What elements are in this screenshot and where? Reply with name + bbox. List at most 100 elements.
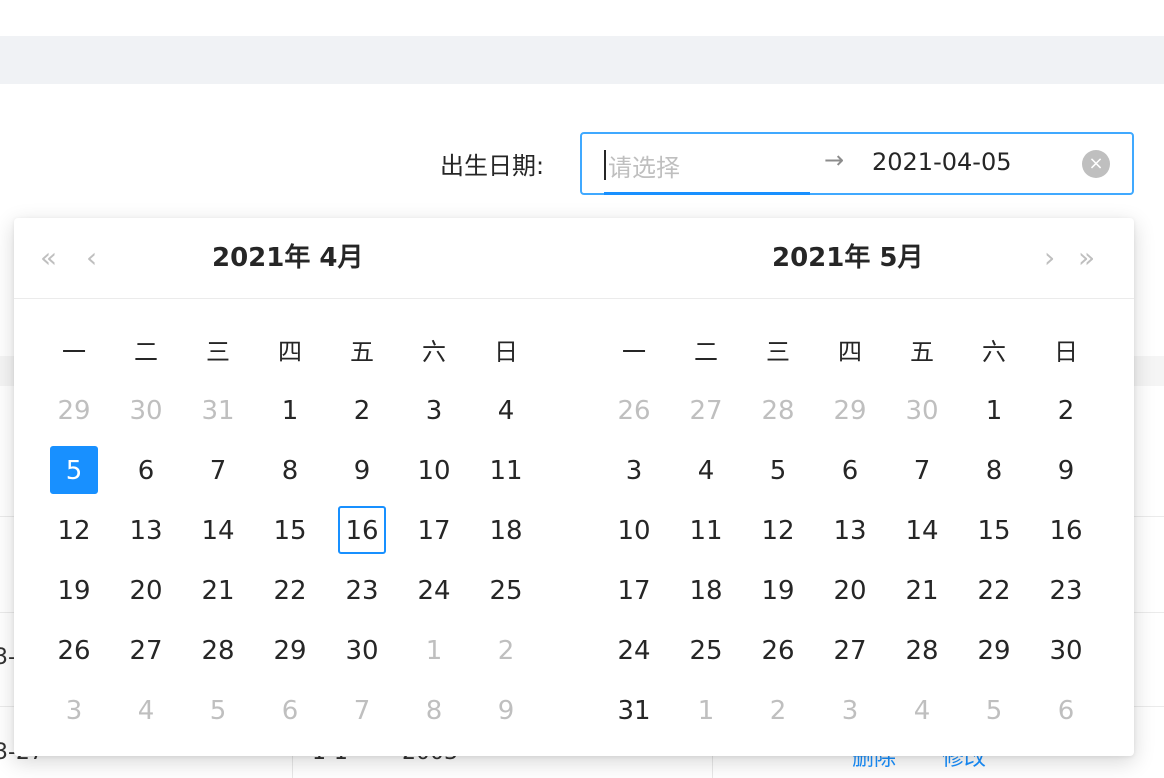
prev-month-icon[interactable]: ‹ bbox=[86, 240, 97, 276]
calendar-day[interactable]: 26 bbox=[610, 386, 658, 434]
calendar-day[interactable]: 14 bbox=[194, 506, 242, 554]
calendar-day[interactable]: 2 bbox=[338, 386, 386, 434]
calendar-day[interactable]: 31 bbox=[610, 686, 658, 734]
calendar-day[interactable]: 4 bbox=[898, 686, 946, 734]
calendar-day[interactable]: 25 bbox=[482, 566, 530, 614]
calendar-day[interactable]: 5 bbox=[970, 686, 1018, 734]
calendar-day[interactable]: 29 bbox=[266, 626, 314, 674]
calendar-day[interactable]: 9 bbox=[482, 686, 530, 734]
calendar-day[interactable]: 8 bbox=[410, 686, 458, 734]
calendar-day[interactable]: 29 bbox=[970, 626, 1018, 674]
calendar-day[interactable]: 29 bbox=[50, 386, 98, 434]
calendar-day[interactable]: 28 bbox=[898, 626, 946, 674]
super-prev-year-icon[interactable]: « bbox=[40, 240, 57, 276]
calendar-day[interactable]: 23 bbox=[1042, 566, 1090, 614]
calendar-day[interactable]: 27 bbox=[682, 386, 730, 434]
calendar-day[interactable]: 27 bbox=[122, 626, 170, 674]
calendar-day[interactable]: 10 bbox=[610, 506, 658, 554]
weekday-header: 日 bbox=[494, 338, 518, 366]
calendar-day[interactable]: 2 bbox=[482, 626, 530, 674]
left-month-title[interactable]: 2021年 4月 bbox=[212, 240, 364, 276]
calendar-day[interactable]: 21 bbox=[898, 566, 946, 614]
calendar-day[interactable]: 17 bbox=[410, 506, 458, 554]
calendar-day[interactable]: 24 bbox=[610, 626, 658, 674]
calendar-day[interactable]: 19 bbox=[50, 566, 98, 614]
calendar-day[interactable]: 7 bbox=[898, 446, 946, 494]
calendar-dropdown: « ‹ 2021年 4月 2021年 5月 › » 一二三四五六日 29 30 31 1… bbox=[14, 218, 1134, 756]
calendar-day[interactable]: 30 bbox=[898, 386, 946, 434]
start-date-input[interactable]: 请选择 bbox=[604, 148, 810, 194]
calendar-day[interactable]: 29 bbox=[826, 386, 874, 434]
calendar-day[interactable]: 1 bbox=[410, 626, 458, 674]
start-date-placeholder: 请选择 bbox=[608, 154, 680, 182]
calendar-day[interactable]: 5 bbox=[194, 686, 242, 734]
calendar-day[interactable]: 25 bbox=[682, 626, 730, 674]
calendar-day[interactable]: 1 bbox=[970, 386, 1018, 434]
calendar-day[interactable]: 5 bbox=[754, 446, 802, 494]
calendar-day[interactable]: 23 bbox=[338, 566, 386, 614]
calendar-day[interactable]: 27 bbox=[826, 626, 874, 674]
calendar-day[interactable]: 18 bbox=[482, 506, 530, 554]
calendar-day[interactable]: 3 bbox=[50, 686, 98, 734]
calendar-day[interactable]: 7 bbox=[194, 446, 242, 494]
calendar-day[interactable]: 15 bbox=[266, 506, 314, 554]
calendar-day[interactable]: 19 bbox=[754, 566, 802, 614]
calendar-day[interactable]: 4 bbox=[122, 686, 170, 734]
page-header-band bbox=[0, 36, 1164, 84]
calendar-day[interactable]: 30 bbox=[1042, 626, 1090, 674]
calendar-day[interactable]: 3 bbox=[410, 386, 458, 434]
calendar-day[interactable]: 6 bbox=[266, 686, 314, 734]
calendar-day[interactable]: 20 bbox=[122, 566, 170, 614]
calendar-day[interactable]: 22 bbox=[266, 566, 314, 614]
calendar-day[interactable]: 31 bbox=[194, 386, 242, 434]
right-month-title[interactable]: 2021年 5月 bbox=[772, 240, 924, 276]
calendar-day[interactable]: 6 bbox=[826, 446, 874, 494]
calendar-day[interactable]: 1 bbox=[266, 386, 314, 434]
calendar-day[interactable]: 7 bbox=[338, 686, 386, 734]
calendar-day[interactable]: 13 bbox=[122, 506, 170, 554]
calendar-day[interactable]: 2 bbox=[1042, 386, 1090, 434]
calendar-day[interactable]: 17 bbox=[610, 566, 658, 614]
calendar-day[interactable]: 16 bbox=[1042, 506, 1090, 554]
calendar-day[interactable]: 4 bbox=[682, 446, 730, 494]
calendar-day[interactable]: 2 bbox=[754, 686, 802, 734]
calendar-day[interactable]: 12 bbox=[754, 506, 802, 554]
calendar-day[interactable]: 26 bbox=[754, 626, 802, 674]
weekday-header: 三 bbox=[206, 338, 230, 366]
calendar-day[interactable]: 6 bbox=[1042, 686, 1090, 734]
calendar-day[interactable]: 12 bbox=[50, 506, 98, 554]
calendar-day[interactable]: 26 bbox=[50, 626, 98, 674]
calendar-day[interactable]: 11 bbox=[682, 506, 730, 554]
calendar-day[interactable]: 20 bbox=[826, 566, 874, 614]
calendar-day[interactable]: 18 bbox=[682, 566, 730, 614]
calendar-day[interactable]: 30 bbox=[122, 386, 170, 434]
calendar-day[interactable]: 30 bbox=[338, 626, 386, 674]
calendar-day[interactable]: 14 bbox=[898, 506, 946, 554]
calendar-day[interactable]: 28 bbox=[194, 626, 242, 674]
calendar-day[interactable]: 9 bbox=[1042, 446, 1090, 494]
calendar-day[interactable]: 22 bbox=[970, 566, 1018, 614]
calendar-day[interactable]: 9 bbox=[338, 446, 386, 494]
selected-day[interactable]: 5 bbox=[50, 446, 98, 494]
calendar-day[interactable]: 11 bbox=[482, 446, 530, 494]
calendar-day[interactable]: 8 bbox=[266, 446, 314, 494]
end-date-input[interactable]: 2021-04-05 bbox=[872, 148, 1011, 176]
calendar-day[interactable]: 15 bbox=[970, 506, 1018, 554]
next-month-icon[interactable]: › bbox=[1044, 240, 1055, 276]
calendar-day[interactable]: 24 bbox=[410, 566, 458, 614]
today-day[interactable]: 16 bbox=[338, 506, 386, 554]
calendar-day[interactable]: 4 bbox=[482, 386, 530, 434]
text-caret bbox=[604, 150, 606, 180]
calendar-day[interactable]: 1 bbox=[682, 686, 730, 734]
calendar-day[interactable]: 13 bbox=[826, 506, 874, 554]
calendar-day[interactable]: 28 bbox=[754, 386, 802, 434]
calendar-day[interactable]: 10 bbox=[410, 446, 458, 494]
calendar-day[interactable]: 3 bbox=[826, 686, 874, 734]
super-next-year-icon[interactable]: » bbox=[1078, 240, 1095, 276]
calendar-day[interactable]: 3 bbox=[610, 446, 658, 494]
calendar-day[interactable]: 6 bbox=[122, 446, 170, 494]
date-range-picker[interactable]: 请选择 → 2021-04-05 × bbox=[580, 132, 1134, 195]
clear-icon[interactable]: × bbox=[1082, 150, 1110, 178]
calendar-day[interactable]: 8 bbox=[970, 446, 1018, 494]
calendar-day[interactable]: 21 bbox=[194, 566, 242, 614]
